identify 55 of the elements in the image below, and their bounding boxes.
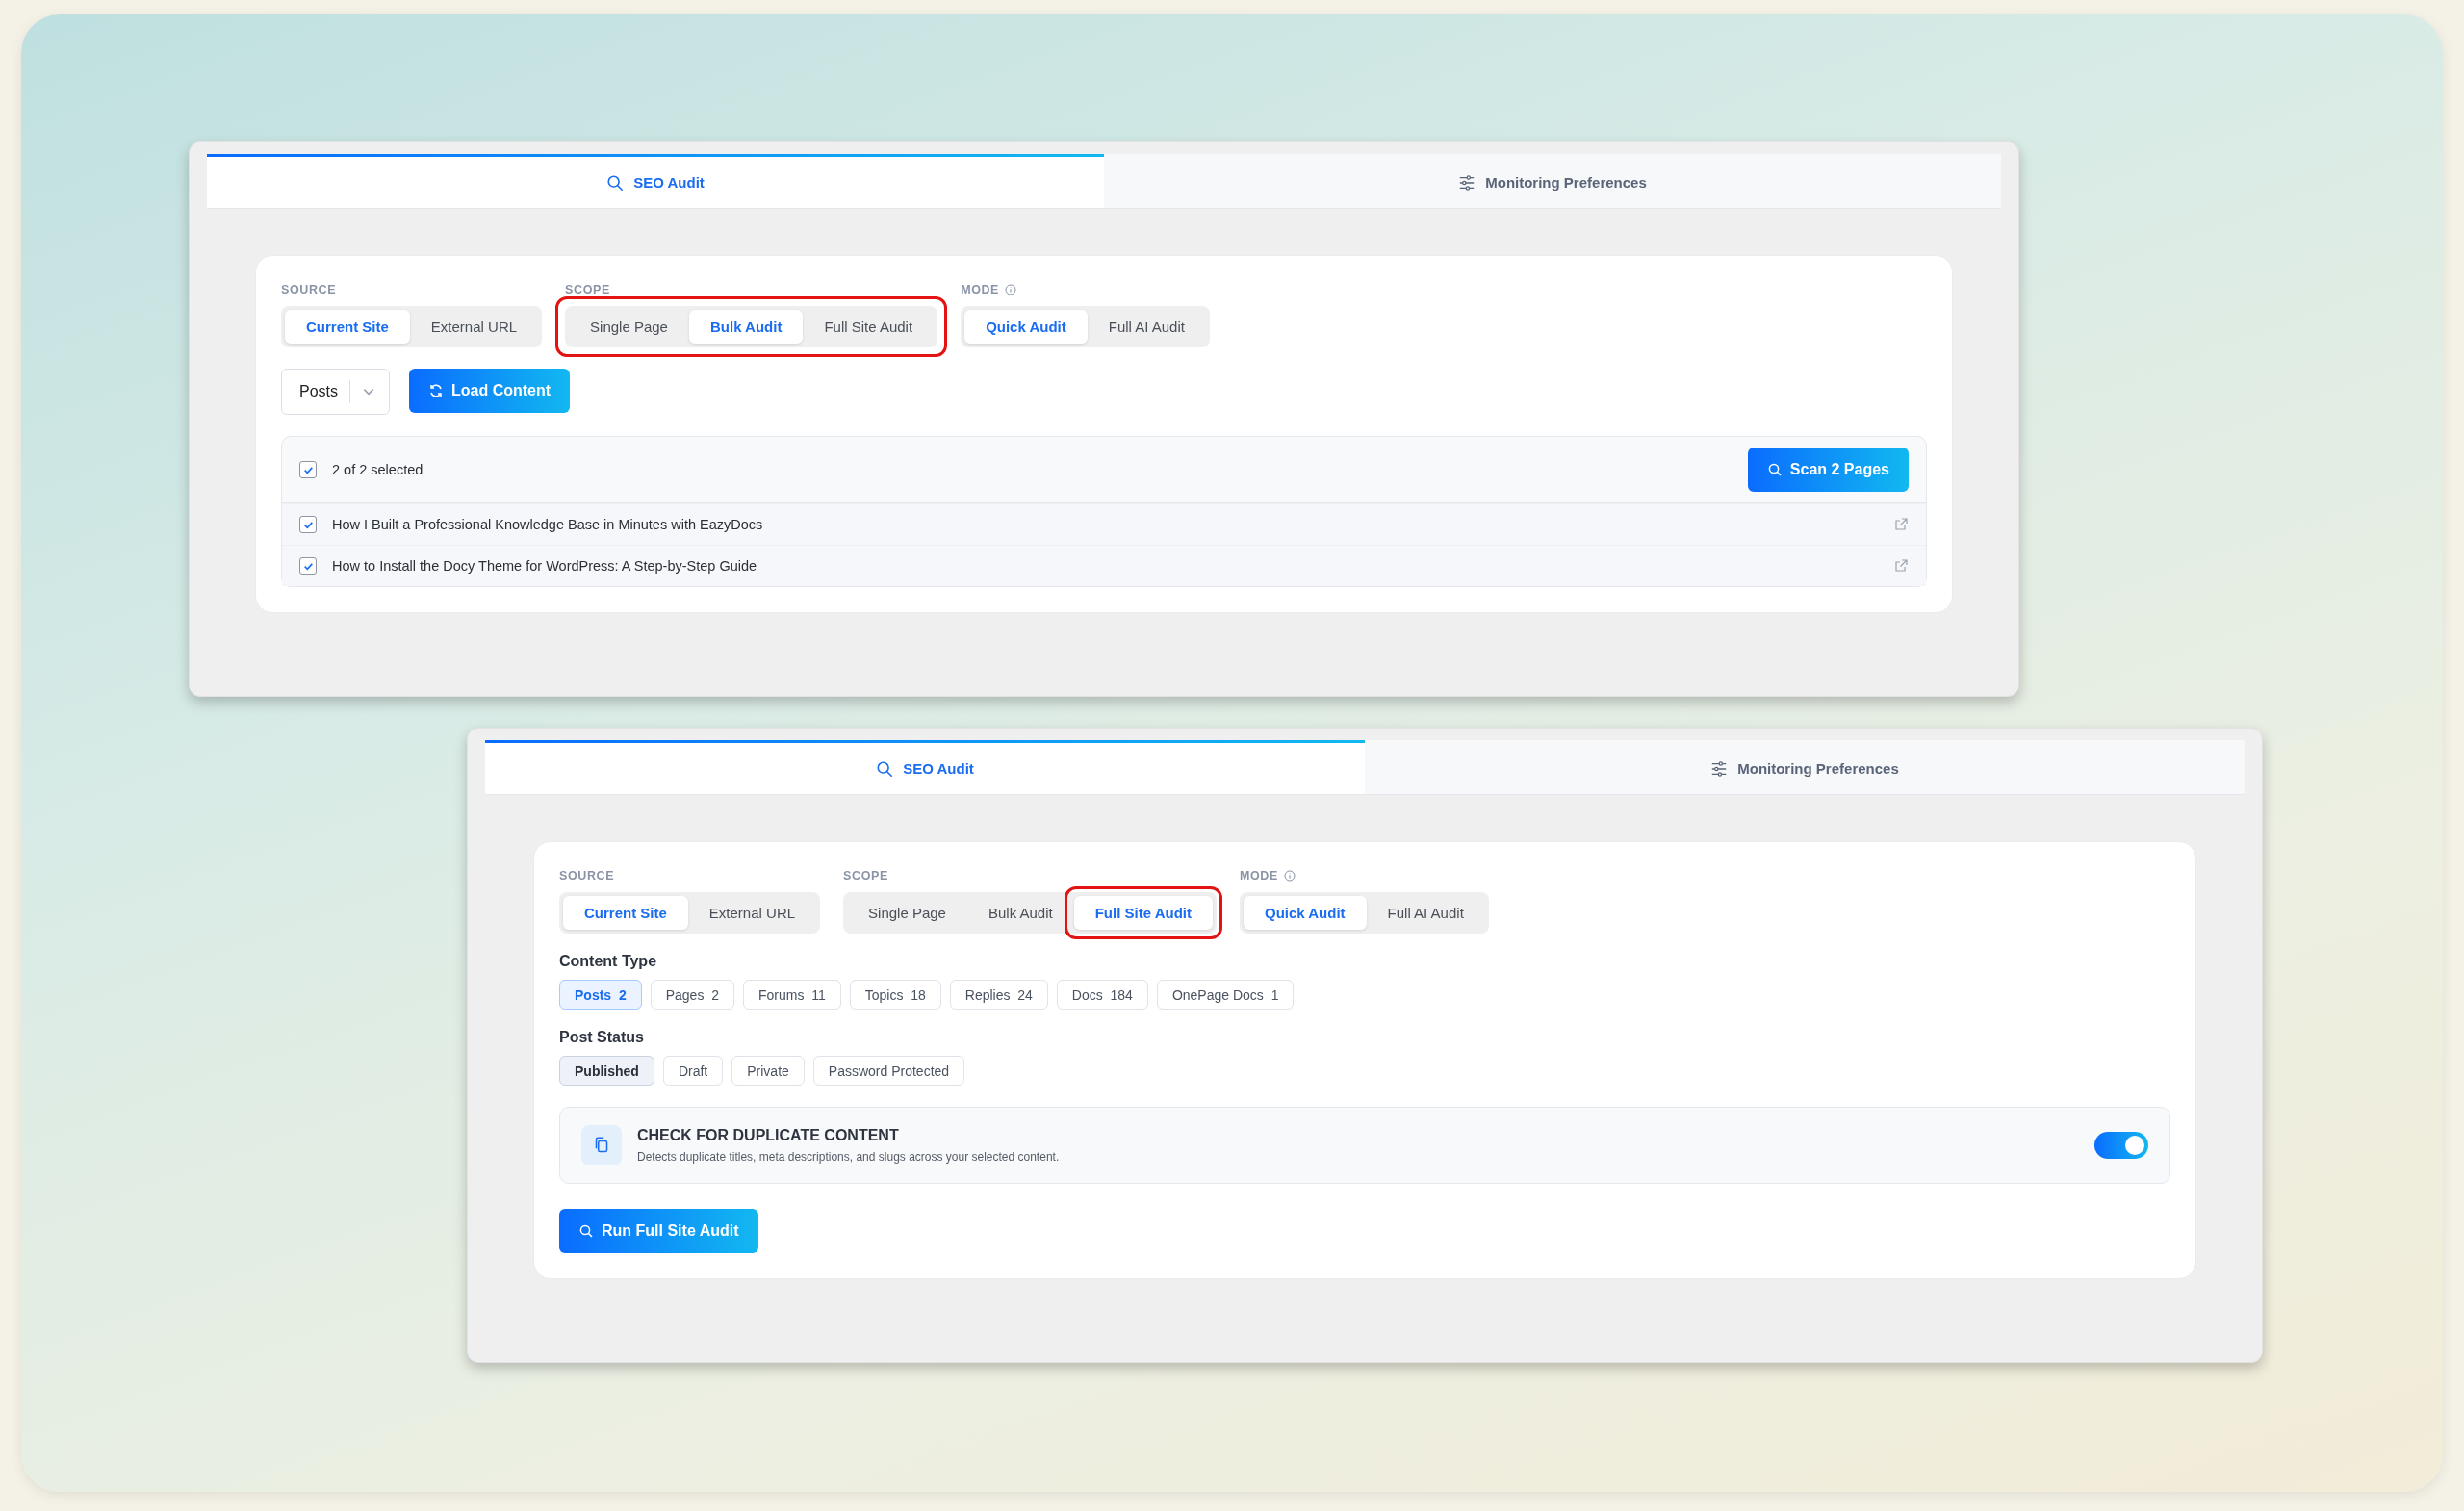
segment-option[interactable]: Single Page — [847, 896, 967, 930]
option-description: Detects duplicate titles, meta descriptions, and slugs across your selected content. — [637, 1150, 1060, 1164]
segment-option[interactable]: Full Site Audit — [803, 310, 935, 344]
search-icon — [876, 759, 894, 778]
item-checkbox[interactable] — [299, 516, 317, 533]
filter-chip[interactable]: Topics 18 — [849, 980, 941, 1010]
item-checkbox[interactable] — [299, 557, 317, 575]
filter-chip[interactable]: OnePage Docs 1 — [1156, 980, 1295, 1010]
filter-chip[interactable]: Docs 184 — [1056, 980, 1148, 1010]
filter-chip[interactable]: Password Protected — [812, 1056, 965, 1086]
filter-chip[interactable]: Replies 24 — [949, 980, 1048, 1010]
filter-chip[interactable]: Draft — [662, 1056, 724, 1086]
sliders-icon — [1458, 173, 1476, 192]
filter-chip[interactable]: Forums 11 — [743, 980, 841, 1010]
segment-option[interactable]: External URL — [409, 310, 539, 344]
group-label: MODE — [1239, 869, 1278, 883]
section-title: Content Type — [559, 953, 658, 970]
filter-chip[interactable]: Pages 2 — [650, 980, 734, 1010]
segment-option[interactable]: Bulk Audit — [688, 310, 804, 344]
group-label: SOURCE — [281, 283, 337, 296]
external-link-icon[interactable] — [1893, 517, 1909, 532]
search-icon — [606, 173, 625, 192]
toggle-switch[interactable] — [2094, 1132, 2148, 1159]
segment-option[interactable]: Current Site — [563, 896, 688, 930]
group-label: SOURCE — [559, 869, 615, 883]
segment-option[interactable]: Current Site — [285, 310, 410, 344]
group-label: SCOPE — [565, 283, 610, 296]
post-title: How I Built a Professional Knowledge Base in Minutes with EazyDocs — [332, 517, 763, 532]
copy-icon — [581, 1125, 622, 1165]
refresh-icon — [428, 383, 444, 398]
external-link-icon[interactable] — [1893, 558, 1909, 574]
segment-option[interactable]: Quick Audit — [1243, 896, 1367, 930]
tab[interactable]: SEO Audit — [485, 740, 1365, 794]
tab[interactable]: SEO Audit — [207, 154, 1104, 208]
post-title: How to Install the Docy Theme for WordPress: A Step-by-Step Guide — [332, 558, 757, 574]
select-all-checkbox[interactable] — [299, 461, 317, 478]
filter-chip[interactable]: Private — [732, 1056, 805, 1086]
post-type-select[interactable]: Posts — [281, 369, 390, 415]
segment-option[interactable]: Quick Audit — [964, 310, 1088, 344]
group-label: MODE — [961, 283, 1000, 296]
group-label: SCOPE — [843, 869, 888, 883]
search-icon — [578, 1223, 594, 1239]
section-title: Post Status — [559, 1029, 645, 1046]
segment-option[interactable]: Single Page — [569, 310, 689, 344]
sliders-icon — [1710, 759, 1729, 778]
search-icon — [1766, 462, 1783, 477]
segment-option[interactable]: External URL — [687, 896, 817, 930]
option-title: CHECK FOR DUPLICATE CONTENT — [637, 1127, 900, 1144]
filter-chip[interactable]: Published — [559, 1056, 654, 1086]
segment-option[interactable]: Full Site Audit — [1073, 896, 1213, 930]
segment-option[interactable]: Full AI Audit — [1087, 310, 1206, 344]
selection-count: 2 of 2 selected — [332, 462, 424, 477]
filter-chip[interactable]: Posts 2 — [559, 980, 642, 1010]
segment-option[interactable]: Bulk Audit — [966, 896, 1074, 930]
segment-option[interactable]: Full AI Audit — [1366, 896, 1485, 930]
